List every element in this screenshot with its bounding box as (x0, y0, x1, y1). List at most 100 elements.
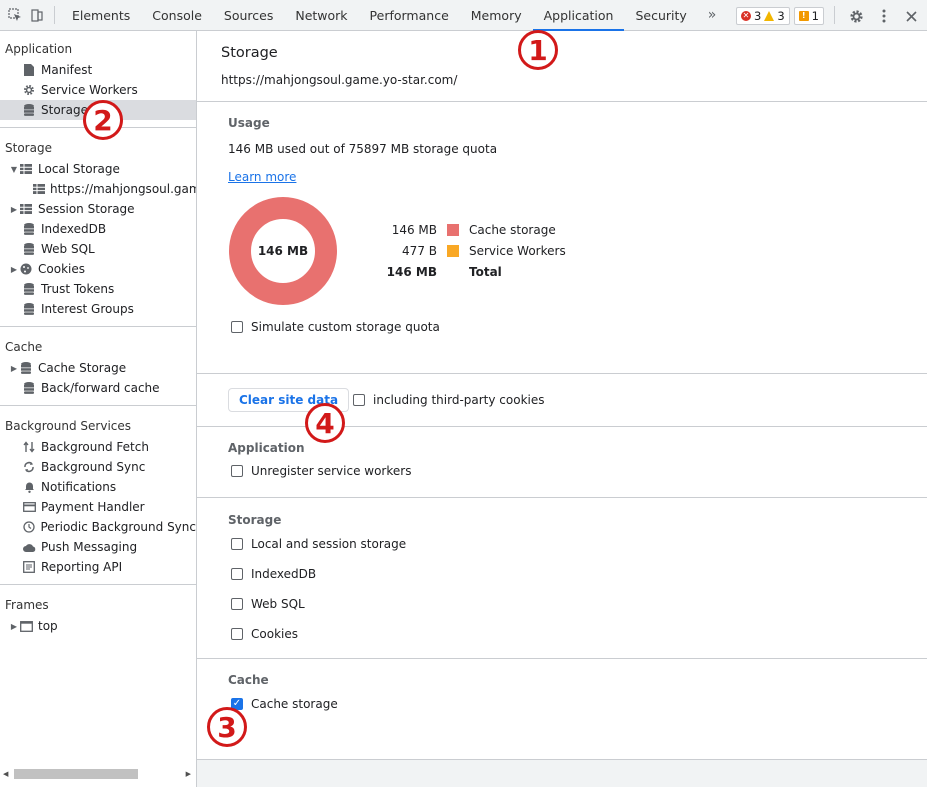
sidebar-item-label: Reporting API (41, 560, 123, 574)
storage-header: Storage https://mahjongsoul.game.yo-star… (197, 31, 927, 102)
sidebar-item-payment-handler[interactable]: Payment Handler (0, 497, 196, 517)
legend-swatch-empty (447, 266, 459, 278)
sidebar-item-back-forward-cache[interactable]: Back/forward cache (0, 378, 196, 398)
sidebar-item-local-storage-origin[interactable]: https://mahjongsoul.game.y (0, 179, 196, 199)
sidebar-item-background-fetch[interactable]: Background Fetch (0, 437, 196, 457)
cookies-checkbox[interactable]: Cookies (231, 624, 927, 644)
sidebar-item-notifications[interactable]: Notifications (0, 477, 196, 497)
database-icon (22, 222, 36, 236)
sidebar-item-trust-tokens[interactable]: Trust Tokens (0, 279, 196, 299)
indexeddb-checkbox[interactable]: IndexedDB (231, 564, 927, 584)
sidebar-horizontal-scrollbar[interactable]: ◀ ▶ (0, 768, 196, 780)
sidebar-item-indexeddb[interactable]: IndexedDB (0, 219, 196, 239)
tab-sources[interactable]: Sources (213, 0, 284, 31)
sidebar-item-label: Back/forward cache (41, 381, 160, 395)
sidebar-item-interest-groups[interactable]: Interest Groups (0, 299, 196, 319)
sidebar-item-manifest[interactable]: Manifest (0, 60, 196, 80)
sidebar-item-cookies[interactable]: ▶ Cookies (0, 259, 196, 279)
chevron-right-icon[interactable]: ▶ (9, 265, 19, 274)
checkbox-box[interactable] (231, 321, 243, 333)
chevron-right-icon[interactable]: ▶ (9, 205, 19, 214)
issues-count: 1 (811, 9, 819, 23)
web-sql-checkbox[interactable]: Web SQL (231, 594, 927, 614)
tab-application[interactable]: Application (532, 0, 625, 31)
issue-counters[interactable]: ✕ 3 3 ! 1 (736, 7, 824, 25)
usage-title: Usage (228, 116, 270, 130)
cache-storage-checkbox[interactable]: ✓ Cache storage (231, 694, 927, 714)
more-options-icon[interactable] (873, 5, 895, 27)
scrollbar-thumb[interactable] (14, 769, 138, 779)
close-icon[interactable] (900, 5, 922, 27)
chevron-right-icon[interactable]: ▶ (9, 622, 19, 631)
checkbox-label: Cookies (251, 627, 298, 641)
chevron-down-icon[interactable]: ▼ (9, 165, 19, 174)
legend-row-service-workers: 477 B Service Workers (377, 240, 566, 261)
scroll-right-icon[interactable]: ▶ (186, 770, 191, 778)
local-session-storage-checkbox[interactable]: Local and session storage (231, 534, 927, 554)
sidebar-header-application: Application (5, 42, 73, 56)
scroll-left-icon[interactable]: ◀ (3, 770, 8, 778)
unregister-service-workers-checkbox[interactable]: Unregister service workers (231, 461, 927, 481)
issues-badge[interactable]: ! 1 (793, 7, 824, 25)
storage-section: Storage Local and session storage Indexe… (197, 498, 927, 659)
checkbox-box[interactable] (353, 394, 365, 406)
sidebar-divider (0, 584, 196, 585)
inspect-element-icon[interactable] (4, 4, 26, 26)
simulate-quota-checkbox[interactable]: Simulate custom storage quota (231, 317, 440, 337)
checkbox-box[interactable] (231, 628, 243, 640)
learn-more-link[interactable]: Learn more (228, 170, 296, 184)
database-icon (19, 361, 33, 375)
annotation-marker-2: 2 (83, 100, 123, 140)
third-party-cookies-checkbox[interactable]: including third-party cookies (353, 390, 545, 410)
sidebar-item-cache-storage[interactable]: ▶ Cache Storage (0, 358, 196, 378)
chevron-right-icon[interactable]: ▶ (9, 364, 19, 373)
storage-panel: Storage https://mahjongsoul.game.yo-star… (197, 31, 927, 787)
more-tabs-icon[interactable]: » (698, 7, 727, 23)
sidebar-item-label: Trust Tokens (41, 282, 115, 296)
legend-label: Service Workers (469, 243, 566, 258)
sidebar-item-web-sql[interactable]: Web SQL (0, 239, 196, 259)
grid-icon (19, 202, 33, 216)
tab-security[interactable]: Security (624, 0, 697, 31)
legend-swatch (447, 244, 459, 257)
checkbox-label: IndexedDB (251, 567, 317, 581)
sidebar-item-periodic-background-sync[interactable]: Periodic Background Sync (0, 517, 196, 537)
gear-icon (22, 83, 36, 97)
tab-elements[interactable]: Elements (61, 0, 141, 31)
sidebar-item-session-storage[interactable]: ▶ Session Storage (0, 199, 196, 219)
grid-icon (19, 162, 33, 176)
checkbox-box[interactable] (231, 465, 243, 477)
sidebar-item-frame-top[interactable]: ▶ top (0, 616, 196, 636)
sidebar: Application Manifest Service Workers Sto… (0, 31, 197, 787)
checkbox-box[interactable] (231, 568, 243, 580)
storage-section-title: Storage (228, 513, 282, 527)
issues-icon: ! (798, 11, 809, 21)
annotation-marker-3: 3 (207, 707, 247, 747)
tab-console[interactable]: Console (141, 0, 213, 31)
checkbox-box[interactable] (231, 538, 243, 550)
tab-performance[interactable]: Performance (359, 0, 460, 31)
sidebar-item-background-sync[interactable]: Background Sync (0, 457, 196, 477)
legend-swatch (447, 223, 459, 236)
sidebar-item-push-messaging[interactable]: Push Messaging (0, 537, 196, 557)
checkbox-label: Local and session storage (251, 537, 407, 551)
device-toolbar-icon[interactable] (26, 4, 48, 26)
sidebar-item-reporting-api[interactable]: Reporting API (0, 557, 196, 577)
checkbox-box[interactable] (231, 598, 243, 610)
toolbar-divider (834, 6, 835, 24)
tab-memory[interactable]: Memory (460, 0, 533, 31)
database-icon (22, 302, 36, 316)
card-icon (22, 500, 36, 514)
sidebar-item-label: Cache Storage (38, 361, 127, 375)
sidebar-item-label: Background Sync (41, 460, 146, 474)
legend-label: Total (469, 264, 502, 279)
sidebar-item-service-workers[interactable]: Service Workers (0, 80, 196, 100)
sidebar-item-label: Service Workers (41, 83, 138, 97)
error-badge[interactable]: ✕ 3 3 (736, 7, 790, 25)
settings-gear-icon[interactable] (845, 5, 867, 27)
error-count: 3 (754, 9, 762, 23)
tab-network[interactable]: Network (284, 0, 358, 31)
database-icon (22, 242, 36, 256)
sidebar-item-local-storage[interactable]: ▼ Local Storage (0, 159, 196, 179)
legend-value: 477 B (402, 243, 437, 258)
